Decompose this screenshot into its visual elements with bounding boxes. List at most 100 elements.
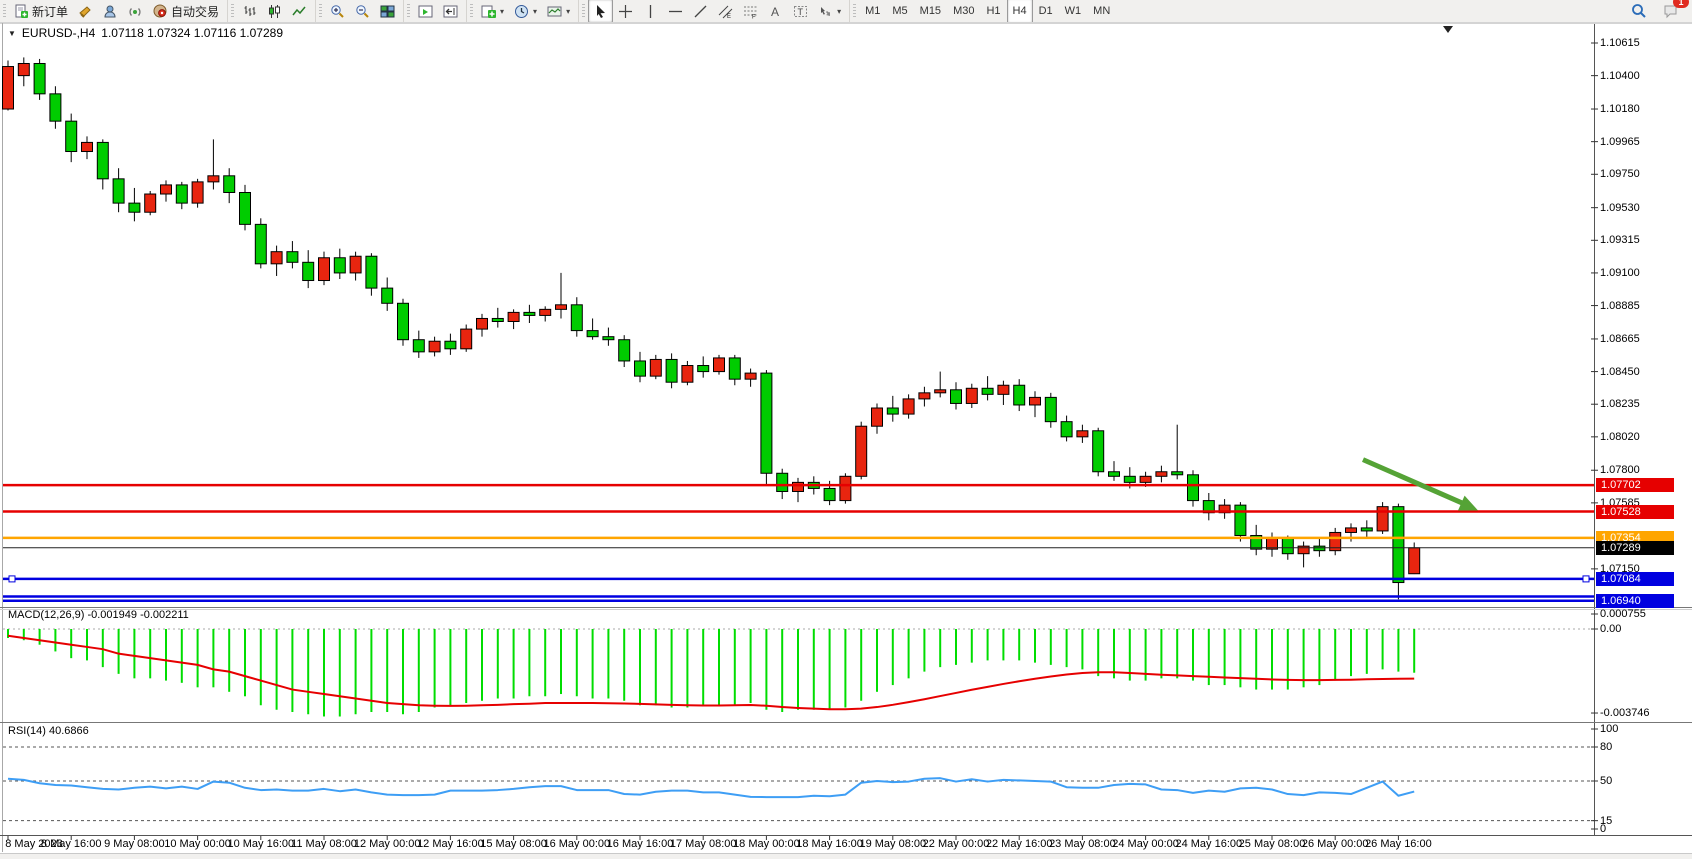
candle-body	[319, 258, 330, 281]
auto-scroll-button[interactable]	[413, 0, 438, 23]
candle-body	[571, 305, 582, 331]
bar-chart-button[interactable]	[237, 0, 262, 23]
arrows-button[interactable]: ▾	[813, 0, 846, 23]
time-axis-label: 16 May 00:00	[543, 838, 610, 850]
candle-body	[540, 309, 551, 315]
chart-background	[0, 22, 1692, 853]
autotrading-button[interactable]: 自动交易	[148, 0, 224, 23]
price-level-badge-1.07528: 1.07528	[1596, 505, 1674, 519]
text-button[interactable]: A	[763, 0, 788, 23]
time-axis-label: 23 May 08:00	[1049, 838, 1116, 850]
tile-windows-button[interactable]	[375, 0, 400, 23]
time-axis-label: 10 May 00:00	[164, 838, 231, 850]
crosshair-button[interactable]	[613, 0, 638, 23]
rsi-axis-tick-label: 0	[1600, 823, 1606, 835]
time-axis-label: 16 May 16:00	[607, 838, 674, 850]
horizontal-line-button[interactable]	[663, 0, 688, 23]
period-m30-button[interactable]: M30	[947, 0, 980, 24]
period-d1-button[interactable]: D1	[1033, 0, 1059, 24]
candle-body	[113, 179, 124, 203]
chart-shift-button[interactable]	[438, 0, 463, 23]
vertical-line-button[interactable]	[638, 0, 663, 23]
period-m15-button-label: M15	[920, 5, 941, 17]
hline-icon	[668, 4, 683, 19]
tile-windows-icon	[380, 4, 395, 19]
candle-body	[350, 256, 361, 273]
new-order-button-label: 新订单	[32, 3, 68, 20]
new-order-button[interactable]: 新订单	[9, 0, 73, 23]
candle-body	[176, 185, 187, 203]
candle-body	[635, 361, 646, 376]
period-mn-button[interactable]: MN	[1087, 0, 1116, 24]
periods-menu-button[interactable]: ▾	[509, 0, 542, 23]
chart-shift-icon	[443, 4, 458, 19]
candle-body	[603, 337, 614, 340]
toolbar-group-scroll	[403, 0, 466, 22]
price-axis-tick-label: 1.08020	[1600, 431, 1640, 443]
candle-body	[777, 473, 788, 491]
indicators-button[interactable]: ▾	[476, 0, 509, 23]
candle-body	[1188, 475, 1199, 501]
candle-body	[303, 262, 314, 280]
chevron-down-icon[interactable]: ▾	[533, 7, 537, 16]
line-handle-left[interactable]	[9, 576, 15, 582]
candlestick-chart-button[interactable]	[262, 0, 287, 23]
candlestick-icon	[267, 4, 282, 19]
candle-body	[224, 176, 235, 193]
auto-scroll-icon	[418, 4, 433, 19]
candle-body	[161, 185, 172, 194]
arrows-icon	[818, 4, 833, 19]
period-h1-button[interactable]: H1	[980, 0, 1006, 24]
candle-body	[34, 63, 45, 93]
trendline-button[interactable]	[688, 0, 713, 23]
metaeditor-button[interactable]	[98, 0, 123, 23]
candle-body	[587, 331, 598, 337]
fibonacci-button[interactable]: F	[738, 0, 763, 23]
community-button[interactable]: 1	[1658, 0, 1684, 23]
horn-button[interactable]	[73, 0, 98, 23]
candle-body	[66, 121, 77, 151]
time-axis-label: 8 May 16:00	[41, 838, 102, 850]
line-chart-button[interactable]	[287, 0, 312, 23]
candle-body	[761, 373, 772, 473]
svg-text:T: T	[798, 7, 804, 17]
zoom-in-button[interactable]	[325, 0, 350, 23]
line-chart-icon	[292, 4, 307, 19]
price-axis-tick-label: 1.10615	[1600, 37, 1640, 49]
period-m15-button[interactable]: M15	[914, 0, 947, 24]
time-axis-label: 10 May 16:00	[227, 838, 294, 850]
price-axis-tick-label: 1.07800	[1600, 464, 1640, 476]
search-button[interactable]	[1626, 0, 1652, 23]
toolbar-group-insert: ▾ ▾ ▾	[466, 0, 578, 22]
cursor-button[interactable]	[588, 0, 613, 23]
candle-body	[255, 224, 266, 263]
candle-body	[951, 390, 962, 404]
time-axis-label: 18 May 00:00	[733, 838, 800, 850]
period-h4-button[interactable]: H4	[1007, 0, 1033, 24]
period-m1-button[interactable]: M1	[859, 0, 886, 24]
chart-canvas[interactable]	[0, 22, 1692, 853]
candle-body	[650, 359, 661, 376]
zoom-out-button[interactable]	[350, 0, 375, 23]
candle-body	[240, 192, 251, 224]
chevron-down-icon[interactable]: ▾	[500, 7, 504, 16]
candle-body	[1235, 505, 1246, 535]
candle-body	[82, 142, 93, 151]
templates-button[interactable]: ▾	[542, 0, 575, 23]
candle-body	[998, 385, 1009, 394]
period-m5-button[interactable]: M5	[886, 0, 913, 24]
period-w1-button[interactable]: W1	[1059, 0, 1088, 24]
candle-body	[1093, 431, 1104, 472]
text-label-button[interactable]: T	[788, 0, 813, 23]
price-level-badge-1.07289: 1.07289	[1596, 541, 1674, 555]
chevron-down-icon[interactable]: ▾	[566, 7, 570, 16]
time-axis-label: 19 May 08:00	[859, 838, 926, 850]
chart-title-dropdown-icon[interactable]: ▼	[8, 29, 16, 38]
equidistant-channel-button[interactable]: E	[713, 0, 738, 23]
candle-body	[208, 176, 219, 182]
line-handle-right[interactable]	[1583, 576, 1589, 582]
time-axis-label: 12 May 00:00	[354, 838, 421, 850]
signals-button[interactable]	[123, 0, 148, 23]
chevron-down-icon[interactable]: ▾	[837, 7, 841, 16]
candle-body	[1172, 472, 1183, 475]
